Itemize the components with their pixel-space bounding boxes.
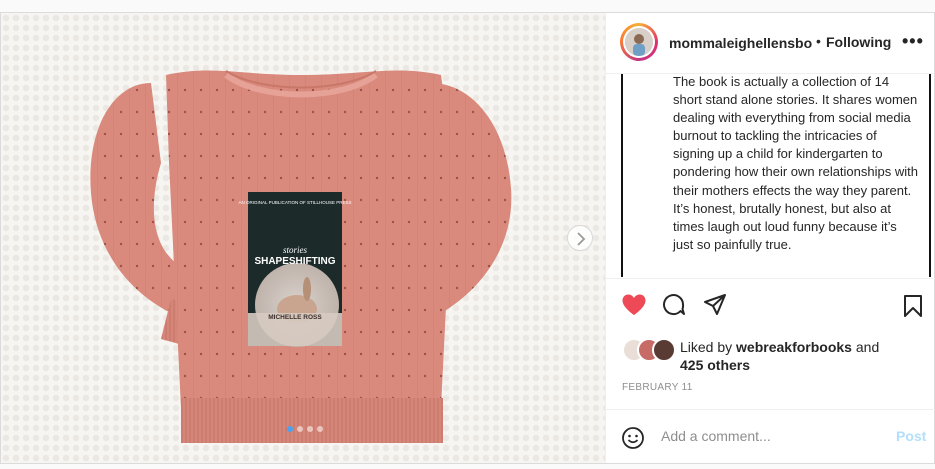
comment-bar: Post [606, 409, 935, 464]
following-button[interactable]: Following [826, 34, 891, 50]
separator: • [816, 33, 821, 49]
comment-input[interactable] [661, 428, 861, 444]
liker-avatars[interactable] [622, 338, 682, 362]
username[interactable]: mommaleighellensbooks [669, 35, 812, 51]
book-title: SHAPESHIFTING [254, 256, 335, 267]
post-sidebar: mommaleighellensbooks • Following ••• Th… [605, 13, 935, 463]
book-publisher: AN ORIGINAL PUBLICATION OF STILLHOUSE PR… [238, 200, 351, 205]
emoji-icon[interactable] [621, 426, 645, 450]
chevron-right-icon [577, 232, 586, 246]
post-timestamp[interactable]: FEBRUARY 11 [622, 382, 693, 393]
likes-summary: Liked by webreakforbooks and 425 others [622, 338, 922, 378]
post-header: mommaleighellensbooks • Following ••• [606, 13, 935, 74]
book-author: MICHELLE ROSS [268, 314, 322, 321]
likes-count-link[interactable]: 425 others [680, 357, 750, 373]
post-card: AN ORIGINAL PUBLICATION OF STILLHOUSE PR… [0, 12, 935, 464]
caption-text: The book is actually a collection of 14 … [673, 74, 918, 252]
bookmark-icon[interactable] [903, 294, 923, 318]
post-comment-button[interactable]: Post [896, 428, 926, 444]
liked-user-link[interactable]: webreakforbooks [736, 339, 852, 355]
avatar-image [625, 28, 653, 56]
carousel-dot-active [287, 426, 293, 432]
action-bar [606, 278, 935, 329]
avatar [652, 338, 676, 362]
caption-area: The book is actually a collection of 14 … [621, 74, 931, 277]
more-options-icon[interactable]: ••• [902, 31, 924, 52]
liked-by-text: Liked by webreakforbooks and 425 others [680, 339, 880, 373]
sweater-photo: AN ORIGINAL PUBLICATION OF STILLHOUSE PR… [1, 13, 605, 463]
carousel-indicator [287, 426, 323, 432]
heart-icon[interactable] [621, 293, 647, 317]
carousel-dot [307, 426, 313, 432]
carousel-dot [297, 426, 303, 432]
comment-icon[interactable] [662, 293, 686, 317]
avatar[interactable] [620, 23, 658, 61]
post-image[interactable]: AN ORIGINAL PUBLICATION OF STILLHOUSE PR… [1, 13, 605, 463]
share-icon[interactable] [703, 293, 727, 317]
next-image-button[interactable] [567, 225, 593, 251]
carousel-dot [317, 426, 323, 432]
book-subtitle: stories [283, 245, 308, 255]
